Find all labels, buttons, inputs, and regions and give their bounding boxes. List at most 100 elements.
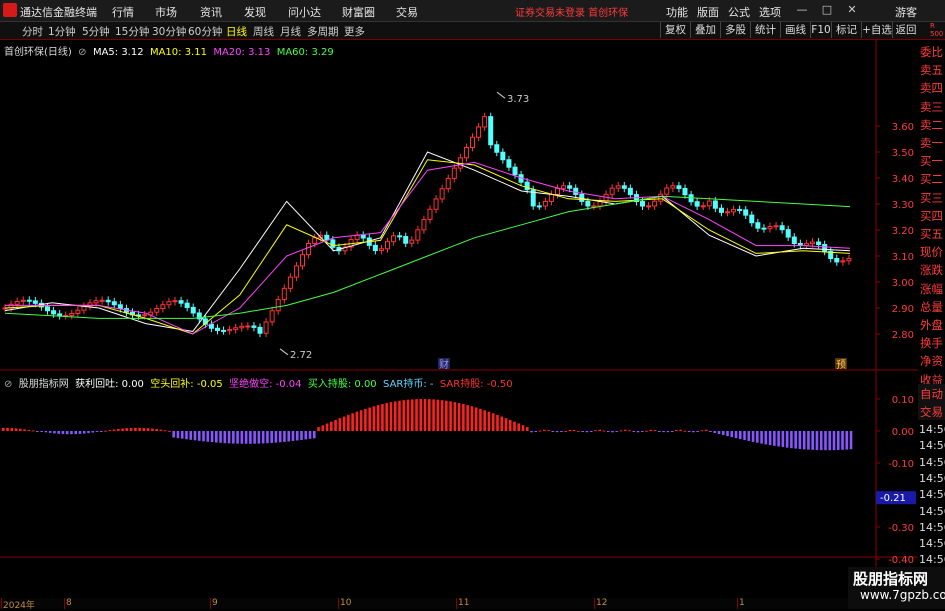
indicator-bar: [534, 431, 538, 432]
indicator-bar: [517, 423, 521, 431]
candle-body: [360, 234, 366, 239]
price-tick-label: 2.80: [892, 330, 914, 341]
period-5min[interactable]: 5分钟: [82, 24, 110, 39]
draw-line-button[interactable]: 画线: [780, 22, 810, 38]
candle-body: [99, 299, 105, 302]
adjust-button[interactable]: 复权: [660, 22, 690, 38]
menu-news[interactable]: 资讯: [200, 4, 222, 20]
time-entry: 14:56: [919, 455, 945, 469]
indicator-bar: [415, 399, 418, 431]
menu-discover[interactable]: 发现: [244, 4, 266, 20]
candle-body: [178, 300, 184, 304]
login-status[interactable]: 证券交易未登录 首创环保: [515, 4, 628, 19]
candle-body: [791, 236, 797, 245]
guest-button[interactable]: 游客: [895, 4, 917, 20]
indicator-bar: [589, 431, 593, 432]
candle-body: [627, 187, 633, 196]
indicator-bar: [87, 431, 90, 434]
indicator-bar: [210, 431, 214, 443]
candle-body: [287, 276, 293, 289]
multi-stock-button[interactable]: 多股: [720, 22, 750, 38]
indicator-bar: [807, 431, 810, 450]
menu-market[interactable]: 市场: [155, 4, 177, 20]
candle-body: [737, 208, 743, 211]
menu-quotes[interactable]: 行情: [112, 4, 134, 20]
candle-body: [555, 187, 560, 195]
indicator-bar: [74, 431, 78, 435]
menu-trade[interactable]: 交易: [396, 4, 418, 20]
menu-wealth[interactable]: 财富圈: [342, 4, 375, 20]
price-tick-label: 3.30: [892, 200, 914, 211]
indicator-bar: [270, 431, 273, 443]
indicator-bar: [6, 427, 9, 431]
indicator-bar: [777, 431, 780, 447]
candle-body: [482, 116, 488, 128]
indicator-bar: [428, 399, 431, 431]
legend-toggle-icon[interactable]: ⊘: [75, 47, 90, 58]
stats-button[interactable]: 统计: [750, 22, 780, 38]
x-axis-tick: [456, 598, 457, 609]
ma60-label: MA60: 3.29: [276, 47, 334, 58]
indicator-bar: [206, 431, 210, 442]
ma20-label: MA20: 3.13: [213, 47, 271, 58]
candle-body: [166, 301, 172, 306]
candle-body: [378, 248, 384, 252]
back-button[interactable]: 返回: [892, 22, 919, 38]
candle-body: [215, 327, 220, 331]
indicator-bar: [594, 430, 597, 432]
indicator-bar: [287, 431, 291, 442]
ind-item-1: 获利回吐: 0.00: [75, 379, 144, 390]
time-entry: 14:56: [919, 537, 945, 551]
indicator-bar: [508, 419, 512, 431]
close-icon[interactable]: ✕: [845, 3, 859, 17]
period-more[interactable]: 更多: [344, 24, 365, 39]
tab-auto[interactable]: 自动: [920, 386, 943, 402]
tab-trade[interactable]: 交易: [920, 404, 943, 420]
indicator-bar: [457, 403, 461, 431]
candle-body: [451, 167, 457, 179]
stock-label: 首创环保(日线): [4, 47, 72, 58]
period-multi[interactable]: 多周期: [307, 24, 339, 39]
menu-function[interactable]: 功能: [666, 4, 688, 20]
period-monthly[interactable]: 月线: [280, 24, 301, 39]
price-tick-label: 3.60: [892, 122, 914, 133]
maximize-icon[interactable]: □: [820, 3, 834, 17]
menu-ask[interactable]: 问小达: [288, 4, 321, 20]
f10-button[interactable]: F10: [810, 22, 831, 38]
indicator-bar: [721, 431, 725, 436]
indicator-bar: [334, 419, 337, 431]
indicator-bar: [295, 431, 299, 441]
candle-body: [524, 181, 530, 191]
indicator-bar: [551, 431, 555, 432]
add-watchlist-button[interactable]: +自选: [861, 22, 892, 38]
candle-body: [846, 258, 852, 262]
indicator-bar: [555, 431, 559, 433]
x-axis-bar: [0, 598, 848, 609]
side-field-12: 涨跌: [920, 263, 943, 278]
candle-body: [354, 234, 360, 241]
period-15min[interactable]: 15分钟: [115, 24, 149, 39]
candle-body: [621, 185, 627, 189]
period-60min[interactable]: 60分钟: [188, 24, 222, 39]
menu-layout[interactable]: 版面: [697, 4, 719, 20]
overlay-button[interactable]: 叠加: [690, 22, 720, 38]
ma-line-ma5: [4, 151, 851, 332]
indicator-bar: [445, 400, 448, 431]
side-field-4: 卖二: [920, 117, 943, 132]
period-30min[interactable]: 30分钟: [152, 24, 186, 39]
indicator-toggle-icon[interactable]: ⊘: [4, 379, 16, 390]
candle-body: [263, 321, 269, 334]
kline-chart[interactable]: 3.60 3.50 3.40 3.30 3.20 3.10 3.00 2.90 2.80 0.1…: [0, 40, 918, 598]
candle-body: [190, 306, 196, 314]
time-entry: 14:56: [919, 553, 945, 567]
minimize-icon[interactable]: —: [795, 3, 809, 17]
menu-formula[interactable]: 公式: [728, 4, 750, 20]
period-1min[interactable]: 1分钟: [48, 24, 76, 39]
indicator-bar: [781, 431, 785, 448]
menu-options[interactable]: 选项: [759, 4, 781, 20]
period-tick[interactable]: 分时: [22, 24, 43, 39]
period-weekly[interactable]: 周线: [253, 24, 274, 39]
period-daily[interactable]: 日线: [226, 24, 247, 39]
current-value-label: -0.21: [880, 493, 906, 504]
mark-button[interactable]: 标记: [831, 22, 861, 38]
